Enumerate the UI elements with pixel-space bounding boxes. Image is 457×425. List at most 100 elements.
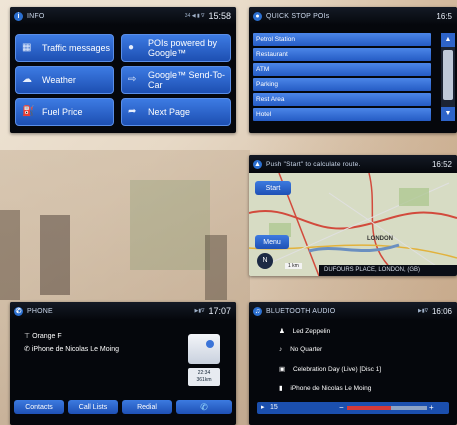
clock: 17:07 [208, 306, 231, 316]
carrier-row: ⊤ Orange F [24, 332, 62, 340]
volume-up-icon[interactable]: + [429, 402, 434, 414]
start-label: Start [265, 184, 281, 192]
handset-icon: ✆ [24, 346, 30, 353]
pois-label: POIs powered by Google™ [148, 38, 218, 58]
next-page-icon: ➦ [128, 106, 137, 117]
poi-label: Restaurant [256, 51, 288, 58]
traffic-label: Traffic messages [42, 43, 111, 53]
compass-icon[interactable]: N [257, 253, 273, 269]
phone-panel: ✆ PHONE ▶▮∇ 17:07 ⊤ Orange F ✆ iPhone de… [10, 302, 236, 425]
start-button[interactable]: Start [255, 181, 291, 195]
track-row: ♪ No Quarter [279, 346, 322, 353]
device-name: iPhone de Nicolas Le Moing [290, 385, 372, 392]
phone-device-icon: ▮ [279, 385, 283, 392]
contacts-label: Contacts [25, 403, 53, 411]
poi-label: Rest Area [256, 96, 285, 103]
poi-label: ATM [256, 66, 270, 73]
map-scale: 1 km [285, 263, 302, 269]
poi-pin-icon: ● [128, 42, 135, 53]
bluetooth-icon: ♫ [253, 306, 262, 316]
contacts-button[interactable]: Contacts [14, 400, 64, 414]
trip-time: 22:34 [197, 370, 211, 376]
trip-badge: 22:34 361km [188, 368, 220, 386]
volume-bar[interactable]: ▸ 15 − + [257, 402, 449, 414]
call-handset-icon: ✆ [200, 401, 208, 412]
music-note-icon: ♪ [279, 346, 283, 353]
map-city-label: LONDON [367, 236, 393, 242]
poi-item-atm[interactable]: ATM [253, 63, 431, 76]
album-row: ▣ Celebration Day (Live) [Disc 1] [279, 365, 381, 373]
bluetooth-audio-panel: ♫ BLUETOOTH AUDIO ▶▮∇ 16:06 ♟ Led Zeppel… [249, 302, 457, 425]
signal-icon: ▶▮∇ [418, 308, 428, 314]
traffic-icon: ▦ [22, 42, 32, 53]
poi-label: Parking [256, 81, 279, 88]
quick-stop-title: QUICK STOP POIs [266, 12, 330, 20]
album-name: Celebration Day (Live) [Disc 1] [292, 366, 382, 373]
trip-distance: 361km [196, 377, 212, 383]
volume-fill [347, 406, 391, 410]
quick-stop-header: ● QUICK STOP POIs 16:5 [249, 7, 457, 25]
device-row: ✆ iPhone de Nicolas Le Moing [24, 345, 119, 353]
navigation-icon: ▲ [253, 159, 262, 169]
call-lists-label: Call Lists [78, 403, 108, 411]
audio-header: ♫ BLUETOOTH AUDIO ▶▮∇ 16:06 [249, 302, 457, 320]
send-to-car-button[interactable]: ⇨ Google™ Send-To-Car [121, 66, 231, 94]
audio-title: BLUETOOTH AUDIO [266, 307, 336, 315]
signal-bars-icon: ⊤ [24, 333, 31, 340]
track-name: No Quarter [290, 346, 323, 353]
fuel-price-label: Fuel Price [42, 107, 83, 117]
phone-header: ✆ PHONE ▶▮∇ 17:07 [10, 302, 236, 320]
artist-row: ♟ Led Zeppelin [279, 327, 330, 335]
info-header: i INFO 34 ◀ ▮ ∇ 15:58 [10, 7, 236, 25]
route-prompt: Push "Start" to calculate route. [266, 160, 361, 168]
poi-label: Petrol Station [256, 36, 296, 43]
weather-label: Weather [42, 75, 76, 85]
poi-item-parking[interactable]: Parking [253, 78, 431, 91]
volume-down-icon[interactable]: − [339, 402, 344, 414]
redial-button[interactable]: Redial [122, 400, 172, 414]
next-page-label: Next Page [148, 107, 191, 117]
info-icon: i [14, 11, 23, 21]
navigation-header: ▲ Push "Start" to calculate route. 16:52 [249, 155, 457, 173]
navigation-panel: ▲ Push "Start" to calculate route. 16:52… [249, 155, 457, 276]
poi-item-petrol-station[interactable]: Petrol Station [253, 33, 431, 46]
quick-stop-panel: ● QUICK STOP POIs 16:5 Petrol Station Re… [249, 7, 457, 133]
poi-item-rest-area[interactable]: Rest Area [253, 93, 431, 106]
fuel-price-button[interactable]: ⛽ Fuel Price [15, 98, 114, 126]
phone-icon: ✆ [14, 306, 23, 316]
device-row: ▮ iPhone de Nicolas Le Moing [279, 384, 371, 392]
volume-value: 15 [270, 404, 278, 411]
call-lists-button[interactable]: Call Lists [68, 400, 118, 414]
pois-google-button[interactable]: ● POIs powered by Google™ [121, 34, 231, 62]
scroll-up-icon[interactable]: ▲ [441, 33, 455, 47]
send-to-car-label: Google™ Send-To-Car [148, 70, 226, 90]
album-icon: ▣ [279, 366, 286, 373]
map-view[interactable]: Start Menu N LONDON 1 km DUFOURS PLACE, … [249, 173, 457, 276]
menu-label: Menu [263, 238, 281, 246]
status-indicators: 34 ◀ ▮ ∇ [184, 13, 205, 19]
info-title: INFO [27, 12, 45, 20]
clock: 16:52 [431, 159, 452, 169]
scrollbar[interactable]: ▲ ▼ [441, 33, 455, 121]
bubble-icon [206, 340, 214, 348]
current-location: DUFOURS PLACE, LONDON, (GB) [319, 265, 457, 276]
menu-button[interactable]: Menu [255, 235, 289, 249]
signal-icon: ▶▮∇ [194, 308, 205, 314]
traffic-messages-button[interactable]: ▦ Traffic messages [15, 34, 114, 62]
clock: 15:58 [208, 11, 231, 21]
info-panel: i INFO 34 ◀ ▮ ∇ 15:58 ▦ Traffic messages… [10, 7, 236, 133]
artist-icon: ♟ [279, 328, 285, 335]
poi-item-hotel[interactable]: Hotel [253, 108, 431, 121]
next-page-button[interactable]: ➦ Next Page [121, 98, 231, 126]
scroll-thumb[interactable] [443, 50, 453, 100]
redial-label: Redial [137, 403, 157, 411]
send-to-car-icon: ⇨ [128, 74, 137, 85]
weather-button[interactable]: ☁ Weather [15, 66, 114, 94]
volume-track[interactable] [347, 406, 427, 410]
speaker-icon: ▸ [261, 404, 265, 411]
scroll-down-icon[interactable]: ▼ [441, 107, 455, 121]
fuel-pump-icon: ⛽ [22, 106, 35, 117]
poi-item-restaurant[interactable]: Restaurant [253, 48, 431, 61]
call-button[interactable]: ✆ [176, 400, 232, 414]
artist-name: Led Zeppelin [292, 328, 331, 335]
